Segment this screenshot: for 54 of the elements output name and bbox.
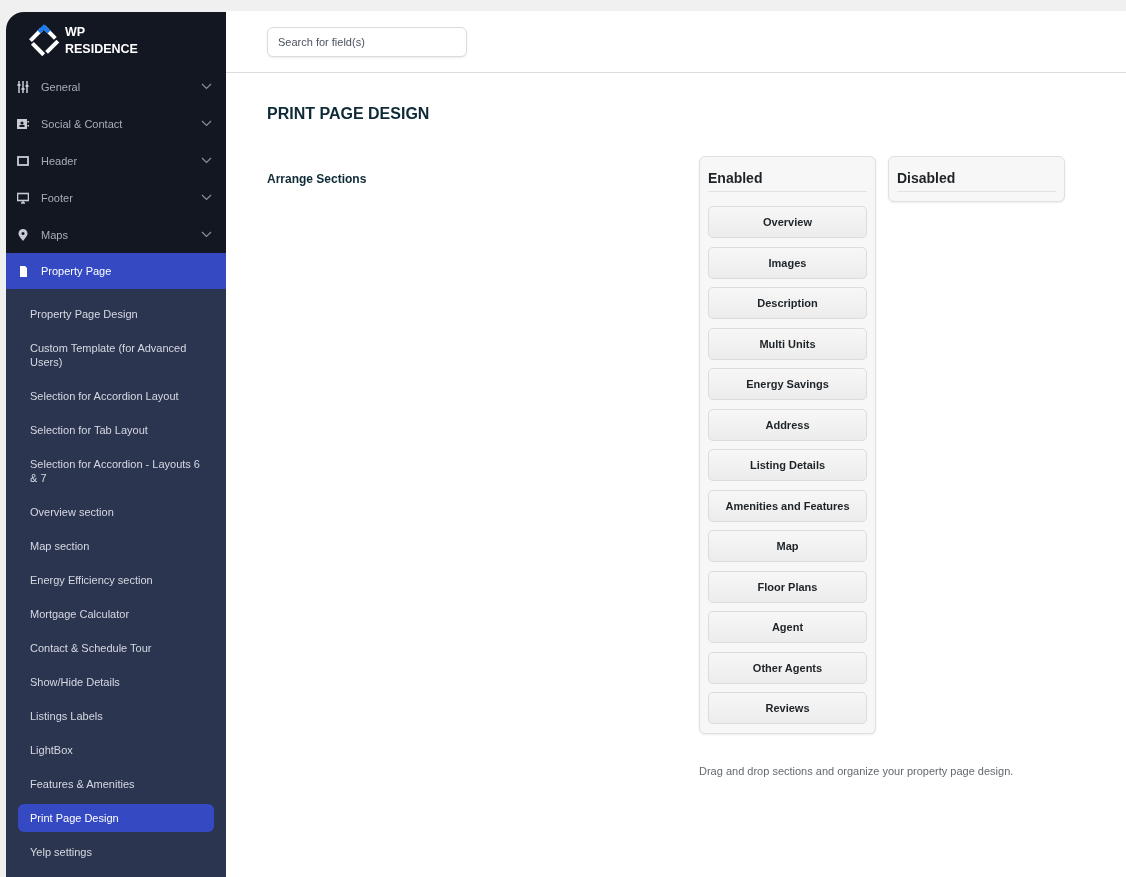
sliders-icon — [17, 80, 29, 93]
menu-item[interactable]: Footer — [6, 179, 226, 216]
submenu-item[interactable]: Mortgage Calculator — [18, 597, 214, 631]
chevron-down-icon — [201, 157, 212, 164]
section-item[interactable]: Floor Plans — [708, 570, 867, 603]
document-icon — [17, 265, 29, 277]
section-item[interactable]: Other Agents — [708, 651, 867, 684]
chevron-down-icon — [201, 231, 212, 238]
submenu-item[interactable]: Custom Template (for Advanced Users) — [18, 331, 214, 379]
contact-card-icon — [17, 117, 29, 130]
menu-item[interactable]: Social & Contact — [6, 105, 226, 142]
logo-text: WP RESIDENCE — [65, 23, 138, 58]
map-pin-icon — [17, 228, 29, 241]
section-item[interactable]: Overview — [708, 206, 867, 238]
menu-item[interactable]: General — [6, 68, 226, 105]
submenu-item[interactable]: LightBox — [18, 733, 214, 767]
section-item[interactable]: Multi Units — [708, 327, 867, 360]
menu-item[interactable]: Header — [6, 142, 226, 179]
submenu-item[interactable]: Property Page Design — [18, 297, 214, 331]
section-item[interactable]: Map — [708, 530, 867, 562]
section-item[interactable]: Description — [708, 287, 867, 319]
submenu-item[interactable]: Contact & Schedule Tour — [18, 631, 214, 665]
submenu-item[interactable]: Listings Labels — [18, 699, 214, 733]
logo-icon — [27, 23, 61, 58]
menu-item[interactable]: Maps — [6, 216, 226, 253]
section-item[interactable]: Listing Details — [708, 449, 867, 481]
submenu-item[interactable]: Yelp settings — [18, 835, 214, 869]
help-text: Drag and drop sections and organize your property page design. — [699, 765, 1015, 777]
section-item[interactable]: Images — [708, 246, 867, 279]
section-item[interactable]: Address — [708, 408, 867, 441]
submenu-item[interactable]: Selection for Tab Layout — [18, 413, 214, 447]
submenu-item[interactable]: Selection for Accordion Layout — [18, 379, 214, 413]
submenu-item[interactable]: Show/Hide Details — [18, 665, 214, 699]
section-item[interactable]: Amenities and Features — [708, 489, 867, 522]
chevron-down-icon — [201, 194, 212, 201]
submenu-item[interactable]: Features & Amenities — [18, 767, 214, 801]
submenu-item[interactable]: Map section — [18, 529, 214, 563]
submenu-item[interactable]: Selection for Accordion - Layouts 6 & 7 — [18, 447, 214, 495]
panel-title: Disabled — [897, 157, 1056, 192]
chevron-down-icon — [201, 120, 212, 127]
menu-item[interactable]: Property Page — [6, 253, 226, 289]
section-item[interactable]: Agent — [708, 611, 867, 643]
monitor-icon — [17, 191, 29, 204]
chevron-down-icon — [201, 83, 212, 90]
submenu-item[interactable]: Overview section — [18, 495, 214, 529]
laptop-icon — [17, 154, 29, 167]
panel-title: Enabled — [708, 157, 867, 192]
submenu-item[interactable]: Print Page Design — [18, 804, 214, 832]
submenu-item[interactable]: Energy Efficiency section — [18, 563, 214, 597]
section-item[interactable]: Energy Savings — [708, 368, 867, 400]
page-title: PRINT PAGE DESIGN — [267, 105, 431, 123]
search-field[interactable]: Search for field(s) — [267, 26, 467, 57]
section-item[interactable]: Reviews — [708, 692, 867, 724]
field-label: Arrange Sections — [267, 172, 368, 188]
